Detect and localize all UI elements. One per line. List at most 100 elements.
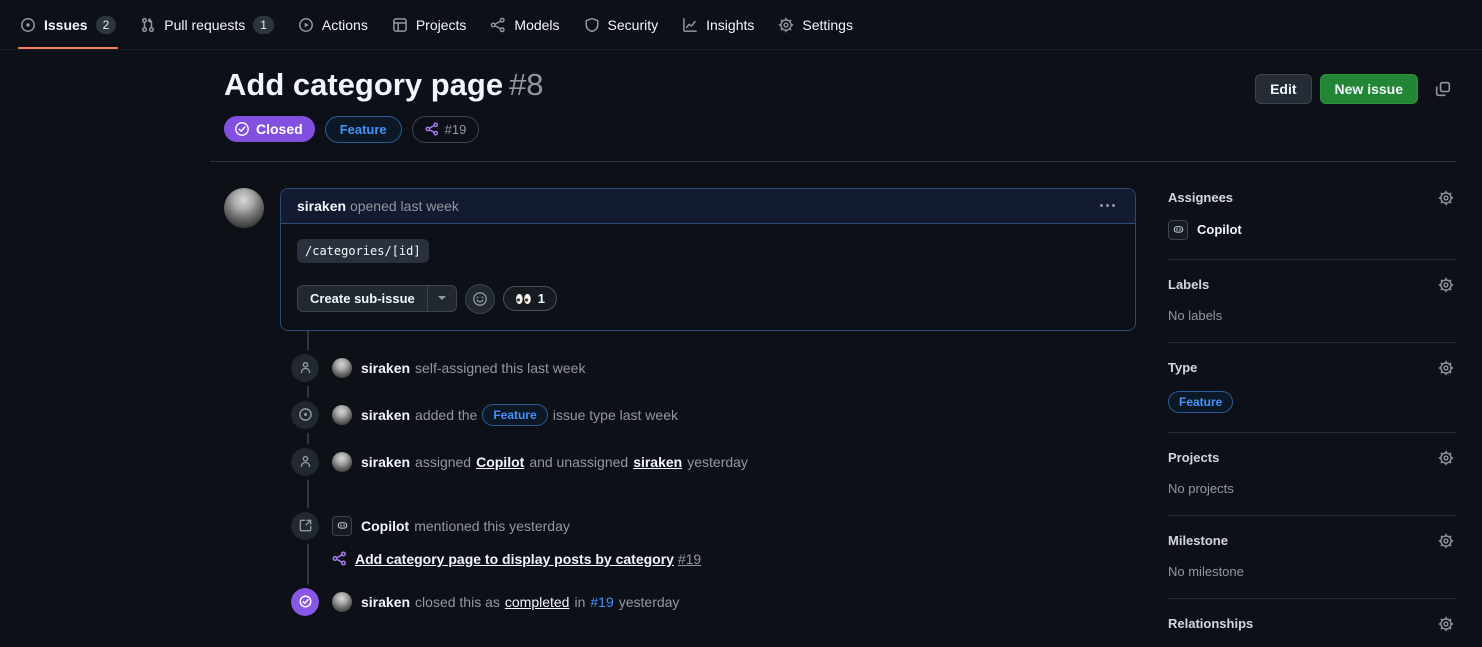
issue-opened-icon <box>291 401 319 429</box>
create-sub-issue-button[interactable]: Create sub-issue <box>298 286 427 311</box>
section-title: Relationships <box>1168 616 1253 631</box>
eyes-reaction-pill[interactable]: 1 <box>503 286 557 311</box>
section-title: Assignees <box>1168 190 1233 205</box>
repo-tab-nav: Issues 2 Pull requests 1 Actions Project… <box>0 0 1482 50</box>
sub-issue-icon <box>425 122 439 136</box>
issue-opened-icon <box>20 17 36 33</box>
section-value: No projects <box>1168 481 1456 496</box>
gear-icon[interactable] <box>1436 358 1456 378</box>
table-icon <box>392 17 408 33</box>
avatar[interactable] <box>224 188 264 228</box>
eyes-emoji-icon <box>515 293 532 305</box>
cross-reference-icon <box>291 512 319 540</box>
inline-code: /categories/[id] <box>297 239 429 263</box>
edit-button[interactable]: Edit <box>1255 74 1311 104</box>
check-circle-icon <box>234 121 250 137</box>
gear-icon <box>778 17 794 33</box>
avatar[interactable] <box>332 452 352 472</box>
event-actor-link[interactable]: siraken <box>361 401 410 429</box>
event-actor-link[interactable]: siraken <box>361 588 410 616</box>
gear-icon[interactable] <box>1436 448 1456 468</box>
section-title: Projects <box>1168 450 1219 465</box>
header-divider <box>210 161 1456 162</box>
linked-pr-badge[interactable]: #19 <box>412 116 480 143</box>
copy-icon[interactable] <box>1430 76 1456 102</box>
issue-closed-icon <box>291 588 319 616</box>
mentioned-pr-number-link[interactable]: #19 <box>678 551 701 567</box>
comment-author-link[interactable]: siraken <box>297 198 346 214</box>
mentioned-pr-title-link[interactable]: Add category page to display posts by ca… <box>355 551 674 567</box>
tab-insights[interactable]: Insights <box>670 0 766 49</box>
graph-icon <box>682 17 698 33</box>
section-title: Milestone <box>1168 533 1228 548</box>
gear-icon[interactable] <box>1436 188 1456 208</box>
type-feature-badge[interactable]: Feature <box>1168 391 1233 413</box>
tab-models[interactable]: Models <box>478 0 571 49</box>
tab-label: Actions <box>322 17 368 33</box>
smiley-icon <box>472 291 488 307</box>
timeline-event-closed: siraken closed this as completed in #19 … <box>224 588 1136 616</box>
avatar[interactable] <box>332 592 352 612</box>
sidebar-section-projects: Projects No projects <box>1168 448 1456 516</box>
share-nodes-icon <box>490 17 506 33</box>
kebab-menu-icon[interactable] <box>1096 200 1119 211</box>
comment-meta: opened last week <box>350 198 459 214</box>
gear-icon[interactable] <box>1436 275 1456 295</box>
issue-title: Add category page#8 <box>224 66 544 105</box>
create-sub-issue-dropdown[interactable] <box>427 286 456 311</box>
gear-icon[interactable] <box>1436 531 1456 551</box>
section-title: Type <box>1168 360 1197 375</box>
tab-label: Models <box>514 17 559 33</box>
feature-type-badge[interactable]: Feature <box>482 404 547 426</box>
new-issue-button[interactable]: New issue <box>1320 74 1418 104</box>
tab-settings[interactable]: Settings <box>766 0 865 49</box>
tab-label: Insights <box>706 17 754 33</box>
tab-security[interactable]: Security <box>572 0 671 49</box>
issue-title-text: Add category page <box>224 67 503 102</box>
issue-type-badge[interactable]: Feature <box>325 116 402 143</box>
tab-pull-requests[interactable]: Pull requests 1 <box>128 0 286 49</box>
section-title: Labels <box>1168 277 1209 292</box>
sidebar-section-type: Type Feature <box>1168 358 1456 433</box>
timeline-event-self-assigned: siraken self-assigned this last week <box>224 354 1136 382</box>
person-icon <box>291 448 319 476</box>
issue-number: #8 <box>509 67 543 102</box>
issue-sidebar: Assignees Copilot Labels <box>1168 188 1456 647</box>
issue-comment: siraken opened last week /categories/[id… <box>280 188 1136 331</box>
assignee-name: Copilot <box>1197 222 1242 237</box>
completed-link[interactable]: completed <box>505 588 570 616</box>
play-icon <box>298 17 314 33</box>
copilot-avatar <box>1168 220 1188 240</box>
avatar[interactable] <box>332 405 352 425</box>
reaction-count: 1 <box>538 291 545 306</box>
tab-label: Security <box>608 17 659 33</box>
status-badge: Closed <box>224 116 315 142</box>
timeline-event-mentioned: Copilot mentioned this yesterday Add cat… <box>224 512 1136 569</box>
avatar[interactable] <box>332 358 352 378</box>
add-reaction-button[interactable] <box>465 284 495 314</box>
assignee-copilot[interactable]: Copilot <box>1168 220 1456 240</box>
sidebar-section-relationships: Relationships None yet <box>1168 614 1456 647</box>
tab-projects[interactable]: Projects <box>380 0 479 49</box>
assignee-copilot-link[interactable]: Copilot <box>476 448 524 476</box>
unassigned-user-link[interactable]: siraken <box>633 448 682 476</box>
gear-icon[interactable] <box>1436 614 1456 634</box>
tab-label: Issues <box>44 17 88 33</box>
event-actor-link[interactable]: siraken <box>361 448 410 476</box>
tab-actions[interactable]: Actions <box>286 0 380 49</box>
linked-ref-label: #19 <box>445 122 467 137</box>
copilot-avatar[interactable] <box>332 516 352 536</box>
status-label: Closed <box>256 121 303 137</box>
sidebar-section-assignees: Assignees Copilot <box>1168 188 1456 260</box>
tab-label: Settings <box>802 17 853 33</box>
sub-issue-icon <box>332 551 347 566</box>
event-actor-link[interactable]: Copilot <box>361 512 409 540</box>
timeline-event-type-added: siraken added the Feature issue type las… <box>224 401 1136 429</box>
pr-count-badge: 1 <box>253 16 274 34</box>
git-pull-request-icon <box>140 17 156 33</box>
tab-issues[interactable]: Issues 2 <box>8 0 128 49</box>
event-actor-link[interactable]: siraken <box>361 354 410 382</box>
create-sub-issue-split-button: Create sub-issue <box>297 285 457 312</box>
issue-timeline: siraken self-assigned this last week sir… <box>224 354 1136 616</box>
closing-pr-link[interactable]: #19 <box>590 588 613 616</box>
